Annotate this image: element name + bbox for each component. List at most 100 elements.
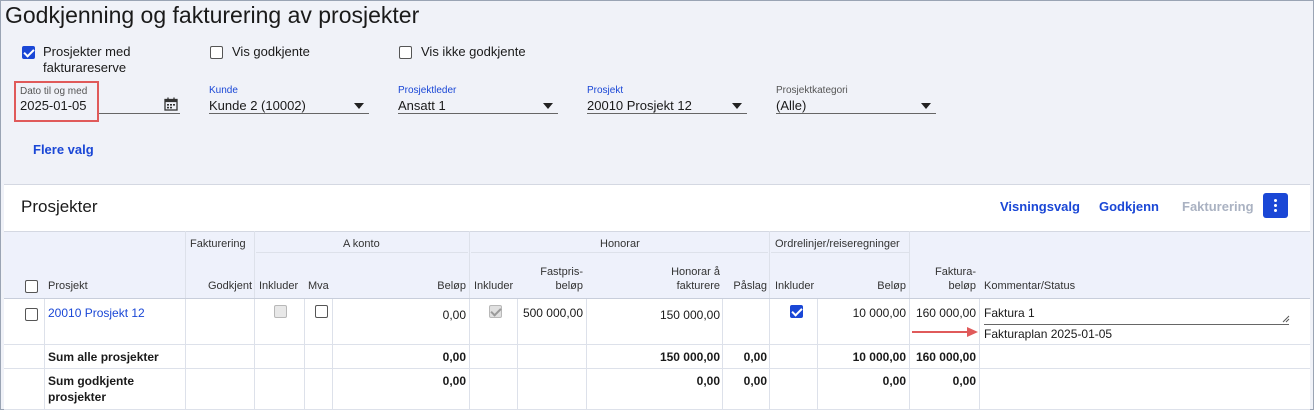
group-ordrelinjer: Ordrelinjer/reiseregninger — [775, 238, 900, 250]
grid-line — [332, 298, 333, 410]
vis-ikke-godkjente-label: Vis ikke godkjente — [421, 44, 526, 59]
group-divider-ordrelinjer — [771, 252, 909, 253]
kategori-underline — [776, 113, 936, 114]
prosjekt-label: Prosjekt — [587, 85, 624, 96]
row-divider — [4, 368, 1310, 369]
sum-godkjente-ak-belop: 0,00 — [442, 374, 466, 388]
grid-line — [817, 298, 818, 410]
grid-line — [517, 298, 518, 410]
fakturareserve-label: Prosjekter med fakturareserve — [43, 44, 131, 75]
row-or-inkluder-checkbox[interactable] — [790, 305, 803, 318]
col-ak-belop[interactable]: Beløp — [334, 279, 466, 293]
col-prosjekt[interactable]: Prosjekt — [48, 279, 88, 293]
date-label: Dato til og med — [20, 86, 88, 97]
grid-line — [769, 231, 770, 410]
vis-godkjente-label: Vis godkjente — [232, 44, 310, 59]
group-divider-akonto — [256, 252, 468, 253]
prosjekt-underline — [587, 113, 747, 114]
row-ak-inkluder-checkbox[interactable] — [274, 305, 287, 318]
sum-godkjente-fakturabelop: 0,00 — [952, 374, 976, 388]
grid-line — [979, 298, 980, 410]
col-ak-mva[interactable]: Mva — [308, 279, 329, 293]
kunde-chevron-down-icon[interactable] — [354, 103, 364, 109]
grid-line — [44, 298, 45, 410]
col-ho-honorar-line1[interactable]: Honorar å — [590, 265, 720, 279]
grid-line — [909, 231, 910, 410]
page-frame: Godkjenning og fakturering av prosjekter… — [0, 0, 1314, 410]
panel-title: Prosjekter — [21, 197, 98, 216]
col-ho-paslag[interactable]: Påslag — [725, 279, 767, 293]
date-input[interactable]: 2025-01-05 — [20, 98, 87, 113]
row-ho-fastpris: 500 000,00 — [522, 306, 583, 320]
grid-line — [304, 298, 305, 410]
row-divider — [4, 344, 1310, 345]
group-honorar: Honorar — [600, 238, 640, 250]
prosjektleder-chevron-down-icon[interactable] — [543, 103, 553, 109]
prosjektleder-label: Prosjektleder — [398, 85, 457, 96]
kategori-chevron-down-icon[interactable] — [921, 103, 931, 109]
col-godkjent[interactable]: Godkjent — [190, 279, 252, 293]
kunde-select[interactable]: Kunde 2 (10002) — [209, 98, 306, 113]
sum-alle-ho-paslag: 0,00 — [743, 350, 767, 364]
row-fakturabelop: 160 000,00 — [915, 306, 976, 320]
group-divider-honorar — [471, 252, 768, 253]
kommentar-underline — [984, 324, 1289, 325]
sum-godkjente-ho-honorar: 0,00 — [696, 374, 720, 388]
prosjekt-select[interactable]: 20010 Prosjekt 12 — [587, 98, 692, 113]
kategori-select[interactable]: (Alle) — [776, 98, 806, 113]
col-or-inkluder[interactable]: Inkluder — [775, 279, 814, 293]
col-kommentar[interactable]: Kommentar/Status — [984, 279, 1075, 293]
fakturareserve-checkbox[interactable] — [22, 46, 35, 59]
sum-alle-label: Sum alle prosjekter — [48, 350, 159, 364]
sum-godkjente-label-line1: Sum godkjente — [48, 374, 135, 388]
kunde-underline — [209, 113, 369, 114]
sum-alle-ak-belop: 0,00 — [442, 350, 466, 364]
group-akonto: A konto — [343, 238, 380, 250]
col-ak-inkluder[interactable]: Inkluder — [259, 279, 298, 293]
group-fakturering: Fakturering — [190, 238, 246, 250]
row-ho-inkluder-checkbox[interactable] — [489, 305, 502, 318]
fakturering-button[interactable]: Fakturering — [1182, 199, 1254, 214]
date-underline — [99, 113, 180, 114]
flere-valg-link[interactable]: Flere valg — [33, 142, 94, 157]
sum-godkjente-ho-paslag: 0,00 — [743, 374, 767, 388]
godkjenn-button[interactable]: Godkjenn — [1099, 199, 1159, 214]
col-fakturabelop-line1[interactable]: Faktura- — [912, 265, 976, 279]
table-header: Fakturering A konto Honorar Ordrelinjer/… — [4, 231, 1310, 299]
grid-line — [254, 231, 255, 410]
select-all-checkbox[interactable] — [25, 280, 38, 293]
sum-godkjente-or-belop: 0,00 — [882, 374, 906, 388]
sum-alle-ho-honorar: 150 000,00 — [659, 350, 720, 364]
calendar-icon[interactable] — [164, 97, 178, 111]
row-select-checkbox[interactable] — [25, 308, 38, 321]
vis-ikke-godkjente-checkbox[interactable] — [399, 46, 412, 59]
prosjektleder-select[interactable]: Ansatt 1 — [398, 98, 446, 113]
col-ho-fastpris-line2[interactable]: beløp — [520, 279, 583, 293]
arrow-right-icon — [912, 327, 978, 337]
row-ho-honorar: 150 000,00 — [659, 308, 720, 322]
col-ho-honorar-line2[interactable]: fakturere — [590, 279, 720, 293]
grid-line — [586, 298, 587, 410]
row-kommentar-input[interactable]: Faktura 1 — [984, 306, 1035, 321]
resize-handle-icon[interactable] — [1282, 315, 1290, 323]
visningsvalg-button[interactable]: Visningsvalg — [1000, 199, 1080, 214]
kategori-label: Prosjektkategori — [776, 85, 848, 96]
row-or-belop: 10 000,00 — [852, 306, 906, 320]
kunde-label: Kunde — [209, 85, 238, 96]
vis-godkjente-checkbox[interactable] — [210, 46, 223, 59]
prosjekter-panel: Prosjekter Visningsvalg Godkjenn Fakture… — [4, 184, 1310, 410]
row-divider — [4, 298, 1310, 299]
prosjekt-chevron-down-icon[interactable] — [732, 103, 742, 109]
col-ho-inkluder[interactable]: Inkluder — [474, 279, 513, 293]
more-options-kebab-icon[interactable] — [1263, 193, 1288, 218]
col-ho-fastpris-line1[interactable]: Fastpris- — [520, 265, 583, 279]
sum-alle-fakturabelop: 160 000,00 — [915, 350, 976, 364]
col-fakturabelop-line2[interactable]: beløp — [912, 279, 976, 293]
row-prosjekt-link[interactable]: 20010 Prosjekt 12 — [48, 306, 145, 321]
page-title: Godkjenning og fakturering av prosjekter — [5, 2, 420, 28]
row-ak-belop: 0,00 — [442, 308, 466, 322]
row-ak-mva-checkbox[interactable] — [315, 305, 328, 318]
col-or-belop[interactable]: Beløp — [820, 279, 906, 293]
sum-godkjente-label-line2: prosjekter — [48, 390, 107, 404]
grid-line — [185, 231, 186, 410]
